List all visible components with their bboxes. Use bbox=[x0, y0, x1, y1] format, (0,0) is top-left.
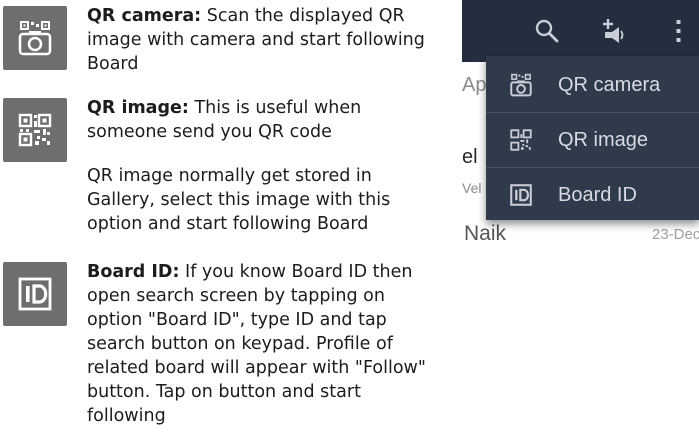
add-announce-icon[interactable] bbox=[596, 14, 630, 48]
menu-item-board-id[interactable]: Board ID bbox=[486, 168, 699, 222]
background-date: 23-Dec bbox=[652, 226, 699, 243]
overflow-dropdown-menu: QR camera QR image Board ID bbox=[486, 56, 699, 220]
menu-item-label: QR camera bbox=[558, 73, 661, 96]
search-icon[interactable] bbox=[530, 14, 564, 48]
background-contact-name: Naik bbox=[464, 222, 507, 245]
background-text-fragment: Ap bbox=[462, 74, 487, 96]
background-text-fragment: Vel bbox=[462, 180, 482, 196]
menu-item-qr-image[interactable]: QR image bbox=[486, 113, 699, 167]
menu-item-label: QR image bbox=[558, 128, 649, 151]
menu-item-label: Board ID bbox=[558, 183, 637, 206]
background-text-fragment: el bbox=[462, 146, 478, 168]
qr-image-title: QR image: bbox=[87, 98, 189, 118]
app-toolbar bbox=[462, 0, 699, 62]
qr-image-description: QR image: This is useful when someone se… bbox=[87, 96, 437, 144]
board-id-description: Board ID: If you know Board ID then open… bbox=[87, 260, 437, 428]
qr-camera-icon bbox=[3, 6, 67, 70]
qr-image-note: QR image normally get stored in Gallery,… bbox=[87, 166, 391, 234]
board-id-title: Board ID: bbox=[87, 262, 180, 282]
id-icon bbox=[3, 262, 67, 326]
qr-image-icon bbox=[3, 98, 67, 162]
qr-camera-description: QR camera: Scan the displayed QR image w… bbox=[87, 4, 437, 76]
id-icon bbox=[506, 180, 536, 210]
board-id-text: If you know Board ID then open search sc… bbox=[87, 262, 426, 426]
help-document: QR camera: Scan the displayed QR image w… bbox=[0, 0, 440, 446]
phone-screenshot: Ap el Vel Naik 23-Dec QR camera QR image… bbox=[462, 0, 699, 446]
qr-camera-title: QR camera: bbox=[87, 6, 202, 26]
qr-camera-icon bbox=[506, 70, 536, 100]
qr-image-icon bbox=[506, 125, 536, 155]
menu-item-qr-camera[interactable]: QR camera bbox=[486, 58, 699, 112]
overflow-menu-icon[interactable] bbox=[662, 14, 696, 48]
